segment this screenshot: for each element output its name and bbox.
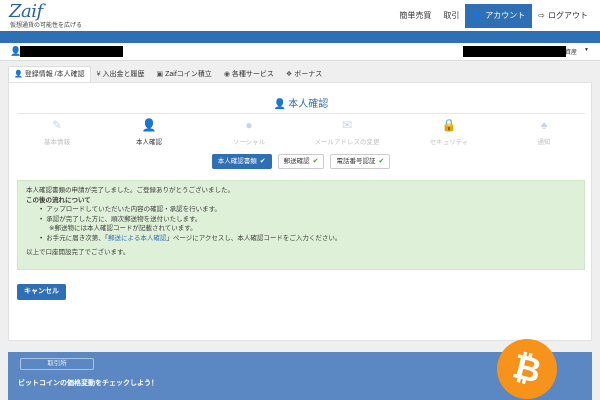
step-identity[interactable]: 👤 本人確認 [114,118,184,147]
tab-registration[interactable]: 👤 登録情報 /本人確認 [8,66,91,82]
tab-label: ボーナス [294,70,323,78]
envelope-icon: ✉ [341,118,353,132]
notice-bullet: 承認が完了した方に、順次郵送物を送付いたします。 [40,215,576,225]
step-label: 通知 [537,139,551,146]
notice-line: 本人確認書類の申請が完了しました。ご登録ありがとうございました。 [26,187,234,194]
tab-label: 登録情報 /本人確認 [24,70,85,78]
bitcoin-symbol: ₿ [508,346,546,392]
notice-flow-title: この後の流れについて [26,196,91,204]
nav-account-label: アカウント [485,11,526,20]
check-icon: ✔ [312,158,319,165]
header-band [0,31,600,43]
substep-mail-verification[interactable]: 郵送確認 ✔ [277,154,325,169]
divider [17,113,585,114]
lock-icon: 🔒 [441,118,457,132]
step-label: メールアドレスの変更 [314,139,380,146]
nav-logout[interactable]: ⇨ ログアウト [532,4,594,28]
banner-text: ビットコインの価格変動をチェックしよう！ [18,380,158,387]
pencil-icon: ✎ [51,118,63,132]
account-tabs: 👤 登録情報 /本人確認 ¥ 入出金と履歴 ▣ Zaifコイン積立 ◉ 各種サー… [8,66,328,82]
top-nav: 簡単売買 取引 👤 アカウント ⇨ ログアウト [393,4,594,28]
asset-label[interactable]: 資産 [565,47,577,56]
tab-label: 各種サービス [231,70,274,78]
logout-icon: ⇨ [538,11,545,20]
main-panel: 👤 本人確認 ✎ 基本情報 👤 本人確認 ● ソーシャル ✉ メールアドレスの変更… [8,82,592,341]
globe-icon: ● [245,118,253,132]
notice-list: アップロードしていただいた内容の確認・承認を行います。 承認が完了した方に、順次… [26,205,576,243]
substep-label: 本人確認書類 [217,158,257,165]
notice-footer: 以上で口座開設完了でございます。 [26,248,130,256]
user-icon: 👤 [141,118,157,132]
notice-text: お手元に届き次第、「 [46,234,109,242]
notice-bullet: お手元に届き次第、「郵送による本人確認」ページにアクセスし、本人確認コードをご入… [40,234,576,244]
step-basic-info[interactable]: ✎ 基本情報 [22,118,92,147]
mail-verification-link[interactable]: 郵送による本人確認 [108,235,166,242]
page-title: 👤 本人確認 [9,95,593,110]
substep-phone-verification[interactable]: 電話番号認証 ✔ [330,154,391,169]
success-notice: 本人確認書類の申請が完了しました。ご登録ありがとうございました。 この後の流れに… [17,180,585,270]
step-label: セキュリティ [429,139,469,146]
substep-identity-document[interactable]: 本人確認書類 ✔ [211,154,272,169]
substep-label: 郵送確認 [283,158,310,165]
notice-bullet: アップロードしていただいた内容の確認・承認を行います。 [40,205,576,215]
nav-trade[interactable]: 取引 [437,4,465,28]
exchange-button[interactable]: 取引所 [20,358,94,370]
tab-deposit-history[interactable]: ¥ 入出金と履歴 [91,66,151,82]
logo-tagline: 仮想通貨の可能性を広げる [10,23,83,29]
top-header: Zaif 仮想通貨の可能性を広げる 簡単売買 取引 👤 アカウント ⇨ ログアウト [0,0,600,31]
substep-label: 電話番号認証 [336,158,376,165]
notice-text: 」ページにアクセスし、本人確認コードをご入力ください。 [166,234,342,242]
user-icon: 👤 [273,99,287,110]
tab-bonus[interactable]: ❖ ボーナス [280,66,328,82]
nav-logout-label: ログアウト [548,11,588,20]
step-social[interactable]: ● ソーシャル [214,118,284,147]
bell-icon: ♠ [540,118,548,132]
gift-icon: ❖ [285,70,293,78]
redacted-balance[interactable] [463,46,566,57]
tag-icon: ◉ [223,70,230,78]
page-title-text: 本人確認 [288,99,329,110]
nav-simple-trade[interactable]: 簡単売買 [393,4,437,28]
user-icon: 👤 [14,70,23,78]
tab-label: 入出金と履歴 [102,70,145,78]
logo-wordmark: Zaif [9,1,43,22]
tab-zaif-coin-savings[interactable]: ▣ Zaifコイン積立 [151,66,218,82]
step-notifications[interactable]: ♠ 通知 [509,118,579,147]
notice-note: ※郵送物には本人確認コードが記載されています。 [49,225,197,233]
promo-banner[interactable]: 取引所 ビットコインの価格変動をチェックしよう！ ₿ [8,339,592,400]
bitcoin-icon: ₿ [497,339,557,399]
box-icon: ▣ [156,70,164,78]
user-bar: 👤 資産 ▼ [0,43,600,61]
redacted-username [20,46,123,57]
zaif-logo[interactable]: Zaif 仮想通貨の可能性を広げる [9,1,119,29]
cancel-button[interactable]: キャンセル [17,284,66,300]
tab-label: Zaifコイン積立 [165,70,212,78]
chevron-down-icon[interactable]: ▼ [584,47,589,53]
tab-services[interactable]: ◉ 各種サービス [218,66,280,82]
step-label: ソーシャル [232,139,266,146]
nav-account[interactable]: 👤 アカウント [465,4,533,28]
identity-substeps: 本人確認書類 ✔ 郵送確認 ✔ 電話番号認証 ✔ [9,154,593,169]
check-icon: ✔ [378,158,385,165]
step-label: 本人確認 [136,139,162,146]
check-icon: ✔ [259,158,266,165]
step-email-change[interactable]: ✉ メールアドレスの変更 [312,118,382,147]
yen-icon: ¥ [96,70,101,78]
step-security[interactable]: 🔒 セキュリティ [414,118,484,147]
user-icon: 👤 [472,11,483,20]
step-label: 基本情報 [44,139,70,146]
